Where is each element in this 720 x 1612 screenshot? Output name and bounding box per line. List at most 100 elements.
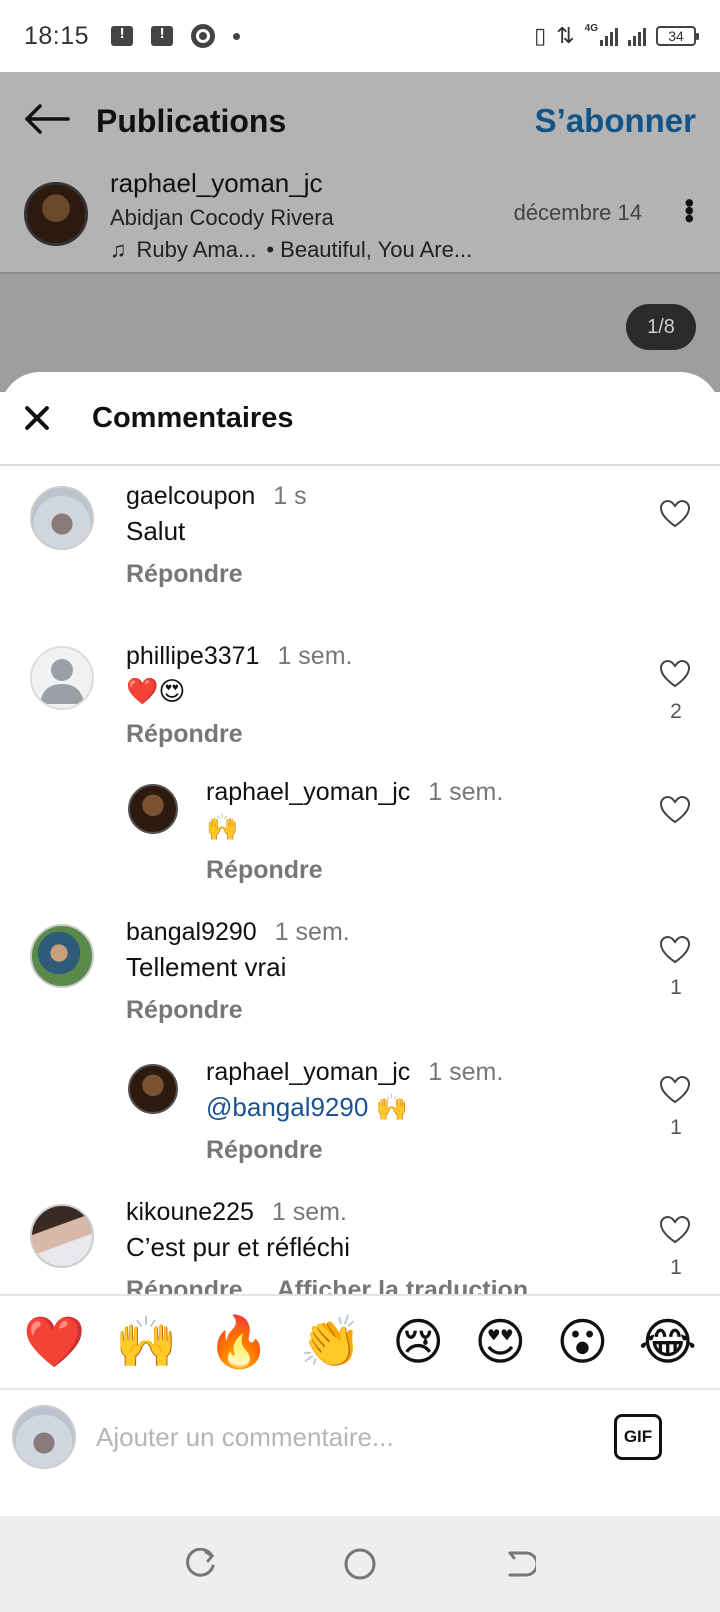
- comment-text: Salut: [126, 516, 186, 546]
- music-artist: Ruby Ama...: [136, 237, 257, 262]
- signal-icon: [600, 26, 618, 46]
- avatar[interactable]: [30, 486, 94, 550]
- comment-text: 🙌: [206, 812, 239, 842]
- post-header: raphael_yoman_jc Abidjan Cocody Rivera ♫…: [0, 168, 720, 274]
- comment-list: gaelcoupon 1 s Salut Répondre phillipe337…: [0, 468, 720, 1298]
- reply-button[interactable]: Répondre: [206, 1136, 323, 1165]
- music-title: • Beautiful, You Are...: [266, 237, 473, 262]
- reply-comment-item: raphael_yoman_jc 1 sem. 🙌 Répondre: [0, 768, 720, 908]
- battery-icon: 34: [656, 26, 699, 46]
- reply-button[interactable]: Répondre: [126, 720, 243, 749]
- heart-outline-icon[interactable]: [660, 660, 690, 688]
- data-transfer-icon: ⇅: [556, 23, 575, 48]
- comment-time: 1 sem.: [428, 1058, 504, 1086]
- avatar[interactable]: [128, 784, 178, 834]
- heart-outline-icon[interactable]: [660, 500, 690, 528]
- comment-username[interactable]: raphael_yoman_jc: [206, 1058, 410, 1086]
- avatar[interactable]: [30, 646, 94, 710]
- comment-username[interactable]: bangal9290: [126, 918, 257, 946]
- sheet-header: Commentaires: [0, 372, 720, 466]
- comment-username[interactable]: raphael_yoman_jc: [206, 778, 410, 806]
- chrome-icon: [191, 24, 216, 48]
- more-notifications-icon: [233, 32, 241, 40]
- comment-text: Tellement vrai: [126, 952, 287, 982]
- comment-item: gaelcoupon 1 s Salut Répondre: [0, 468, 720, 618]
- heart-outline-icon[interactable]: [660, 796, 690, 824]
- comment-username[interactable]: kikoune225: [126, 1198, 254, 1226]
- comment-header: bangal9290 1 sem.: [126, 918, 350, 947]
- like-count: 1: [670, 976, 682, 999]
- status-system-icons: ▯ ⇅ 4G 34: [534, 22, 699, 49]
- status-time: 18:15: [24, 21, 90, 50]
- post-username[interactable]: raphael_yoman_jc: [110, 168, 472, 199]
- comment-time: 1 sem.: [274, 918, 350, 946]
- arrow-left-icon[interactable]: [24, 101, 96, 141]
- heart-outline-icon[interactable]: [660, 1216, 690, 1244]
- sheet-title: Commentaires: [92, 401, 294, 434]
- notification-alert-icon: [111, 25, 134, 46]
- comment-text: ❤️😍: [126, 676, 186, 706]
- avatar[interactable]: [30, 924, 94, 988]
- emoji-heart-button[interactable]: ❤️: [23, 1317, 85, 1367]
- reply-button[interactable]: Répondre: [126, 996, 243, 1025]
- comment-item: bangal9290 1 sem. Tellement vrai Répondre…: [0, 908, 720, 1048]
- emoji-heart-eyes-button[interactable]: 😍: [474, 1317, 526, 1367]
- post-location[interactable]: Abidjan Cocody Rivera: [110, 205, 472, 231]
- comment-item: phillipe3371 1 sem. ❤️😍 Répondre 2: [0, 632, 720, 768]
- avatar[interactable]: [24, 182, 88, 246]
- reply-button[interactable]: Répondre: [126, 560, 243, 589]
- reply-button[interactable]: Répondre: [206, 856, 323, 885]
- heart-outline-icon[interactable]: [660, 936, 690, 964]
- comment-text-body: 🙌: [368, 1092, 408, 1122]
- status-notifications: [111, 24, 241, 48]
- follow-button[interactable]: S’abonner: [535, 102, 696, 140]
- like-count: 1: [670, 1256, 682, 1279]
- comment-composer: GIF: [0, 1390, 720, 1484]
- comment-time: 1 sem.: [277, 642, 353, 670]
- comment-input[interactable]: [96, 1421, 614, 1453]
- emoji-reaction-bar: ❤️ 🙌 🔥 👏 😢 😍 😮 😂: [0, 1294, 720, 1390]
- close-icon[interactable]: [20, 401, 54, 435]
- mention-link[interactable]: @bangal9290: [206, 1092, 368, 1122]
- comment-header: raphael_yoman_jc 1 sem.: [206, 1058, 503, 1087]
- vibrate-icon: ▯: [534, 23, 547, 48]
- signal-icon: [628, 26, 646, 46]
- emoji-surprised-button[interactable]: 😮: [556, 1317, 608, 1367]
- network-type: 4G: [584, 22, 598, 34]
- more-vertical-icon[interactable]: •••: [674, 198, 705, 221]
- back-icon[interactable]: [500, 1544, 540, 1584]
- avatar: [12, 1405, 76, 1469]
- comment-text: C’est pur et réfléchi: [126, 1232, 350, 1262]
- avatar[interactable]: [30, 1204, 94, 1268]
- emoji-laughing-button[interactable]: 😂: [639, 1317, 697, 1367]
- post-music[interactable]: ♫ Ruby Ama... • Beautiful, You Are...: [110, 237, 472, 263]
- home-icon[interactable]: [340, 1544, 380, 1584]
- comment-username[interactable]: phillipe3371: [126, 642, 259, 670]
- reply-comment-item: raphael_yoman_jc 1 sem. @bangal9290 🙌 Rép…: [0, 1048, 720, 1188]
- like-count: 2: [670, 700, 682, 723]
- emoji-fire-button[interactable]: 🔥: [208, 1317, 270, 1367]
- comment-text: @bangal9290 🙌: [206, 1092, 408, 1123]
- heart-outline-icon[interactable]: [660, 1076, 690, 1104]
- emoji-clapping-button[interactable]: 👏: [300, 1317, 362, 1367]
- avatar[interactable]: [128, 1064, 178, 1114]
- comment-item: kikoune225 1 sem. C’est pur et réfléchi R…: [0, 1188, 720, 1298]
- comment-header: kikoune225 1 sem.: [126, 1198, 347, 1227]
- default-avatar-icon: [40, 659, 84, 704]
- comment-header: raphael_yoman_jc 1 sem.: [206, 778, 503, 807]
- page-header: Publications S’abonner: [0, 72, 720, 170]
- system-nav-bar: [0, 1516, 720, 1612]
- notification-alert-icon: [151, 25, 174, 46]
- comments-sheet: Commentaires gaelcoupon 1 s Salut Répondr…: [0, 372, 720, 1516]
- background-post-page: Publications S’abonner raphael_yoman_jc …: [0, 72, 720, 392]
- emoji-crying-button[interactable]: 😢: [392, 1317, 444, 1367]
- comment-username[interactable]: gaelcoupon: [126, 482, 255, 510]
- status-bar: 18:15 ▯ ⇅ 4G 34: [0, 0, 720, 72]
- recent-apps-icon[interactable]: [180, 1544, 220, 1584]
- emoji-raising-hands-button[interactable]: 🙌: [115, 1317, 177, 1367]
- gif-button[interactable]: GIF: [614, 1414, 662, 1460]
- post-meta: raphael_yoman_jc Abidjan Cocody Rivera ♫…: [110, 168, 472, 263]
- post-date: décembre 14: [513, 200, 642, 225]
- comment-time: 1 sem.: [428, 778, 504, 806]
- page-title: Publications: [96, 102, 287, 139]
